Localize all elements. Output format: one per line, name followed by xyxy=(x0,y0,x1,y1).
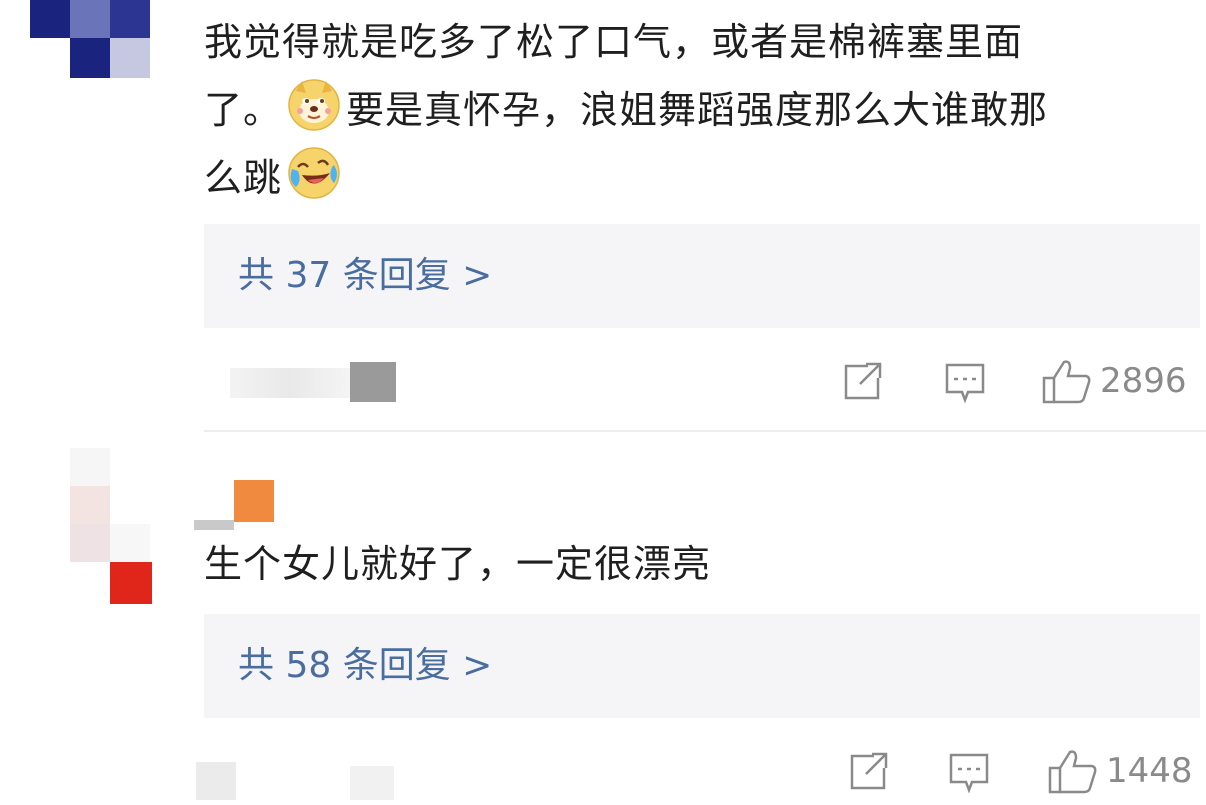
like-icon xyxy=(1042,360,1091,404)
view-replies-link[interactable]: 共 37 条回复 > xyxy=(238,250,492,302)
timestamp-blurred xyxy=(350,362,396,402)
comment-text: 我觉得就是吃多了松了口气，或者是棉裤塞里面 了。 要是真怀孕，浪姐舞蹈强度那么大… xyxy=(204,8,1048,212)
share-button[interactable] xyxy=(842,362,884,402)
avatar[interactable] xyxy=(70,448,160,608)
username-blurred xyxy=(234,480,274,522)
comment-line: 生个女儿就好了，一定很漂亮 xyxy=(204,542,712,586)
view-replies-link[interactable]: 共 58 条回复 > xyxy=(238,640,492,692)
comment-button[interactable] xyxy=(944,362,986,404)
reply-box[interactable]: 共 37 条回复 > xyxy=(204,224,1200,328)
comment-text: 生个女儿就好了，一定很漂亮 xyxy=(204,530,711,598)
comment-meta-row: 2896 xyxy=(0,356,1206,408)
laughing-tears-emoji-icon xyxy=(288,147,340,199)
divider xyxy=(204,430,1206,432)
share-icon xyxy=(850,752,888,790)
comment-feed: 我觉得就是吃多了松了口气，或者是棉裤塞里面 了。 要是真怀孕，浪姐舞蹈强度那么大… xyxy=(0,0,1206,805)
comment-fragment: 么跳 xyxy=(204,156,283,200)
comment-fragment: 了。 xyxy=(204,88,283,132)
like-count: 1448 xyxy=(1106,751,1193,791)
share-icon xyxy=(844,362,882,400)
comment-icon xyxy=(945,363,985,404)
comment-meta-row: 1448 xyxy=(0,748,1206,800)
username-blurred xyxy=(194,520,234,530)
timestamp-blurred xyxy=(350,766,394,800)
comment-icon xyxy=(949,753,989,794)
like-count: 2896 xyxy=(1100,361,1187,401)
timestamp-blurred xyxy=(196,762,236,800)
comment-fragment: 要是真怀孕，浪姐舞蹈强度那么大谁敢那 xyxy=(346,88,1049,132)
comment-line: 么跳 xyxy=(204,144,1048,212)
reply-box[interactable]: 共 58 条回复 > xyxy=(204,614,1200,718)
comment-line: 我觉得就是吃多了松了口气，或者是棉裤塞里面 xyxy=(204,20,1024,64)
comment-line: 了。 要是真怀孕，浪姐舞蹈强度那么大谁敢那 xyxy=(204,76,1048,144)
avatar[interactable] xyxy=(30,0,160,80)
like-button[interactable]: 2896 xyxy=(1042,358,1187,404)
comment-button[interactable] xyxy=(948,752,990,794)
like-button[interactable]: 1448 xyxy=(1048,748,1193,794)
like-icon xyxy=(1048,750,1097,794)
doge-emoji-icon xyxy=(288,79,340,131)
share-button[interactable] xyxy=(848,752,890,792)
timestamp-blurred xyxy=(230,368,350,398)
